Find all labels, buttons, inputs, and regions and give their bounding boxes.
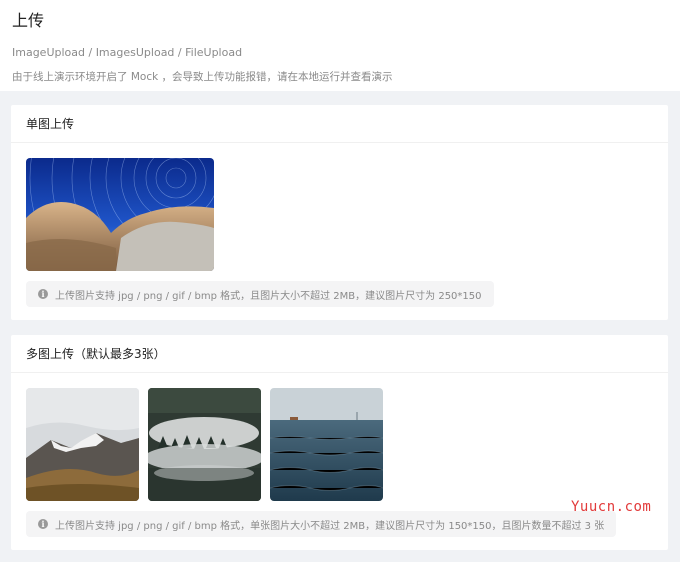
- multi-upload-card: 多图上传（默认最多3张） i 上传图片支持 jpg / png / gif / …: [11, 335, 668, 550]
- multi-image-item[interactable]: [148, 388, 261, 501]
- single-upload-tip-text: 上传图片支持 jpg / png / gif / bmp 格式，且图片大小不超过…: [55, 290, 482, 302]
- single-upload-card-title: 单图上传: [11, 105, 668, 143]
- multi-upload-tip: i 上传图片支持 jpg / png / gif / bmp 格式，单张图片大小…: [26, 511, 617, 537]
- info-circle-icon: i: [38, 289, 48, 299]
- multi-image-item[interactable]: [270, 388, 383, 501]
- info-circle-icon: i: [38, 519, 48, 529]
- page-title: 上传: [12, 11, 45, 30]
- mountain-image: [26, 388, 139, 501]
- multi-image-list: [26, 388, 653, 501]
- single-image-upload[interactable]: [26, 158, 214, 271]
- single-upload-card: 单图上传 i 上传图片支持 jpg / png / gif / bmp 格式，且…: [11, 105, 668, 320]
- multi-upload-card-title: 多图上传（默认最多3张）: [11, 335, 668, 373]
- watermark: Yuucn.com: [571, 499, 652, 515]
- ocean-image: [270, 388, 383, 501]
- single-upload-tip: i 上传图片支持 jpg / png / gif / bmp 格式，且图片大小不…: [26, 281, 494, 307]
- multi-image-item[interactable]: [26, 388, 139, 501]
- page-subtitle: ImageUpload / ImagesUpload / FileUpload: [12, 46, 243, 59]
- star-trail-image: [26, 158, 214, 271]
- foggy-forest-image: [148, 388, 261, 501]
- multi-upload-tip-text: 上传图片支持 jpg / png / gif / bmp 格式，单张图片大小不超…: [55, 520, 605, 532]
- page-header: 上传 ImageUpload / ImagesUpload / FileUplo…: [0, 0, 680, 91]
- page-note: 由于线上演示环境开启了 Mock ，会导致上传功能报错，请在本地运行并查看演示: [12, 71, 393, 83]
